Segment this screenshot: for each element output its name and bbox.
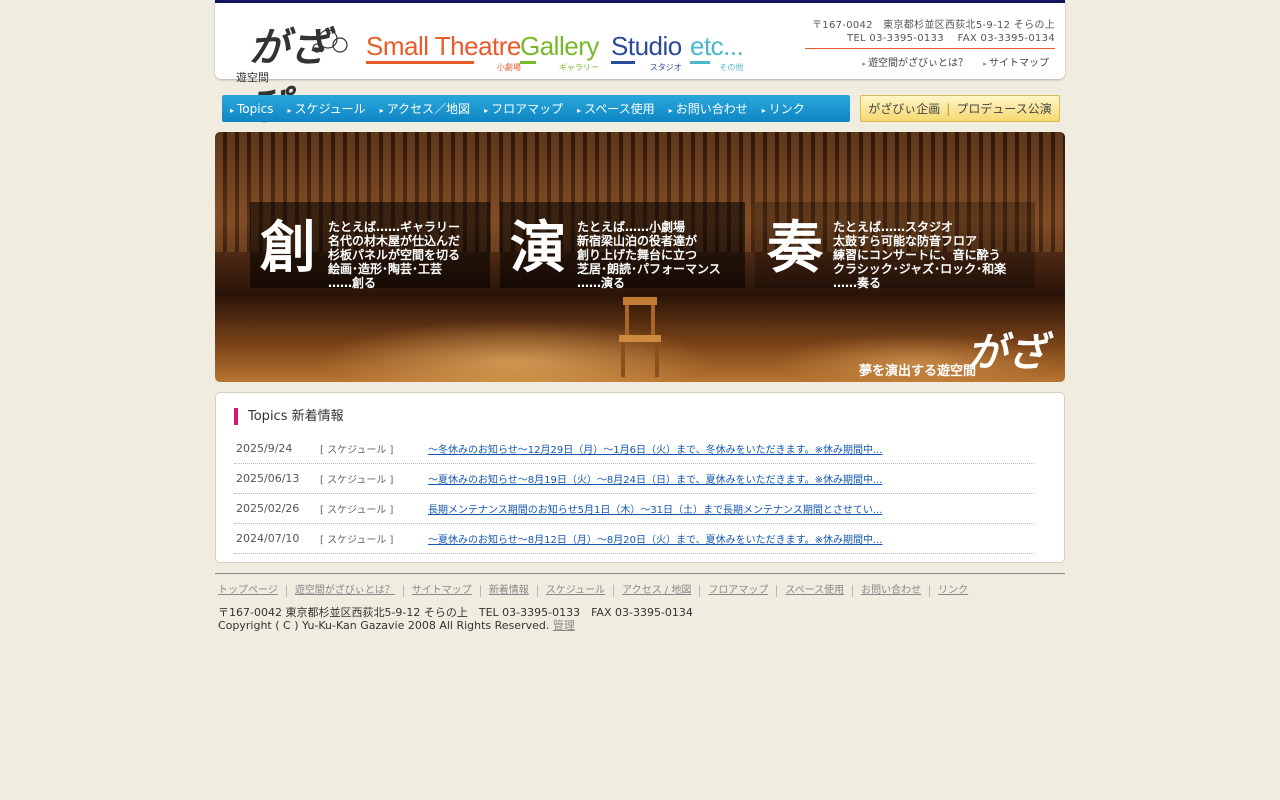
hero-kanji-perform: 演 <box>510 215 566 281</box>
topics-title: Topics 新着情報 <box>234 408 344 425</box>
topic-link[interactable]: ～夏休みのお知らせ～8月12日（月）～8月20日（火）まで、夏休みをいただきます… <box>428 531 883 546</box>
phone-line: TEL 03-3395-0133 FAX 03-3395-0134 <box>847 33 1055 44</box>
sitemap-link[interactable]: サイトマップ <box>983 58 1049 69</box>
topic-date: 2025/9/24 <box>236 442 293 455</box>
topic-link[interactable]: ～夏休みのお知らせ～8月19日（火）～8月24日（日）まで、夏休みをいただきます… <box>428 471 883 486</box>
footer-link-floormap[interactable]: フロアマップ <box>699 585 776 597</box>
hero-tagline: 夢を演出する遊空間 <box>859 364 977 379</box>
produce-label-b: プロデュース公演 <box>956 102 1052 116</box>
hero-text-perform: たとえば……小劇場 新宿梁山泊の役者達が 創り上げた舞台に立つ 芝居･朗読･パフ… <box>577 220 721 290</box>
footer-link-schedule[interactable]: スケジュール <box>536 585 613 597</box>
category-underline <box>611 61 635 64</box>
footer-nav: トップページ 遊空間がざびぃとは？ サイトマップ 新着情報 スケジュール アクセ… <box>218 585 976 597</box>
hero-kanji-create: 創 <box>260 215 316 281</box>
copyright-text: Copyright ( C ) Yu-Ku-Kan Gazavie 2008 A… <box>218 619 553 632</box>
produce-label-a: がざびぃ企画 <box>868 102 941 116</box>
nav-floormap[interactable]: フロアマップ <box>484 100 577 117</box>
topic-row: 2025/9/24 [ スケジュール ] ～冬休みのお知らせ～12月29日（月）… <box>234 434 1034 464</box>
category-underline <box>520 61 536 64</box>
topic-category: [ スケジュール ] <box>320 475 394 486</box>
footer-link-top[interactable]: トップページ <box>218 585 286 597</box>
produce-button[interactable]: がざびぃ企画 | プロデュース公演 <box>860 95 1060 122</box>
site-header: がざぴ 遊空間 Small Theatre 小劇場 Gallery ギャラリー … <box>215 0 1065 129</box>
topic-link[interactable]: 長期メンテナンス期間のお知らせ5月1日（木）～31日（土）まで長期メンテナンス期… <box>428 501 882 516</box>
hero-text-create: たとえば……ギャラリー 名代の材木屋が仕込んだ 杉板パネルが空間を切る 絵画･造… <box>328 220 461 290</box>
about-link[interactable]: 遊空間がざびぃとは？ <box>862 58 968 69</box>
footer-link-sitemap[interactable]: サイトマップ <box>402 585 480 597</box>
topic-row: 2025/06/13 [ スケジュール ] ～夏休みのお知らせ～8月19日（火）… <box>234 464 1034 494</box>
header-address: 〒167-0042 東京都杉並区西荻北5-9-12 そらの上 TEL 03-33… <box>805 19 1055 45</box>
header-links: 遊空間がざびぃとは？ サイトマップ <box>850 54 1049 69</box>
footer-divider <box>215 573 1065 574</box>
category-label: Studio <box>611 31 682 61</box>
category-label: etc... <box>690 31 744 61</box>
chair-icon <box>619 297 661 377</box>
hero-kanji-play: 奏 <box>767 215 823 281</box>
nav-schedule[interactable]: スケジュール <box>287 100 379 117</box>
nav-topics[interactable]: Topics <box>230 102 287 116</box>
nav-access[interactable]: アクセス／地図 <box>380 100 484 117</box>
category-small-theatre[interactable]: Small Theatre 小劇場 <box>366 31 521 72</box>
topic-category: [ スケジュール ] <box>320 505 394 516</box>
category-gallery[interactable]: Gallery ギャラリー <box>520 31 599 72</box>
hero-logo: がざぴ <box>967 329 1047 376</box>
footer-link-space[interactable]: スペース使用 <box>776 585 852 597</box>
topic-date: 2025/06/13 <box>236 472 300 485</box>
footer-link-access[interactable]: アクセス / 地図 <box>613 585 699 597</box>
nav-contact[interactable]: お問い合わせ <box>669 100 762 117</box>
nav-space[interactable]: スペース使用 <box>577 100 669 117</box>
topic-date: 2025/02/26 <box>236 502 300 515</box>
footer-link-links[interactable]: リンク <box>929 585 976 597</box>
address-line: 〒167-0042 東京都杉並区西荻北5-9-12 そらの上 <box>812 20 1055 31</box>
footer-link-contact[interactable]: お問い合わせ <box>852 585 929 597</box>
category-label: Small Theatre <box>366 31 521 61</box>
category-jp: その他 <box>719 63 744 72</box>
admin-link[interactable]: 管理 <box>553 619 575 632</box>
category-underline <box>366 61 474 64</box>
produce-divider: | <box>946 101 951 116</box>
category-jp: 小劇場 <box>496 63 521 72</box>
topic-row: 2025/02/26 [ スケジュール ] 長期メンテナンス期間のお知らせ5月1… <box>234 494 1034 524</box>
category-etc[interactable]: etc... その他 <box>690 31 744 72</box>
category-label: Gallery <box>520 31 599 61</box>
category-studio[interactable]: Studio スタジオ <box>611 31 682 72</box>
logo-subtitle: 遊空間 <box>236 71 269 84</box>
main-nav: Topics スケジュール アクセス／地図 フロアマップ スペース使用 お問い合… <box>222 95 850 122</box>
nav-links[interactable]: リンク <box>762 100 819 117</box>
topic-link[interactable]: ～冬休みのお知らせ～12月29日（月）～1月6日（火）まで、冬休みをいただきます… <box>428 441 883 456</box>
hero-banner: 創 たとえば……ギャラリー 名代の材木屋が仕込んだ 杉板パネルが空間を切る 絵画… <box>215 132 1065 382</box>
footer-link-news[interactable]: 新着情報 <box>479 585 537 597</box>
footer-copyright: Copyright ( C ) Yu-Ku-Kan Gazavie 2008 A… <box>218 617 575 633</box>
topic-date: 2024/07/10 <box>236 532 300 545</box>
address-divider <box>805 48 1055 49</box>
category-jp: ギャラリー <box>558 63 599 72</box>
topics-box: Topics 新着情報 2025/9/24 [ スケジュール ] ～冬休みのお知… <box>215 392 1065 563</box>
topic-category: [ スケジュール ] <box>320 535 394 546</box>
hero-text-play: たとえば……スタジオ 太鼓すら可能な防音フロア 練習にコンサートに、音に酔う ク… <box>833 220 1007 290</box>
category-underline <box>690 61 710 64</box>
topic-row: 2024/07/10 [ スケジュール ] ～夏休みのお知らせ～8月12日（月）… <box>234 524 1034 554</box>
category-jp: スタジオ <box>649 63 682 72</box>
topics-list: 2025/9/24 [ スケジュール ] ～冬休みのお知らせ～12月29日（月）… <box>234 434 1034 554</box>
footer-link-about[interactable]: 遊空間がざびぃとは？ <box>285 585 403 597</box>
site-logo[interactable]: がざぴ 遊空間 <box>225 15 348 129</box>
topic-category: [ スケジュール ] <box>320 445 394 456</box>
